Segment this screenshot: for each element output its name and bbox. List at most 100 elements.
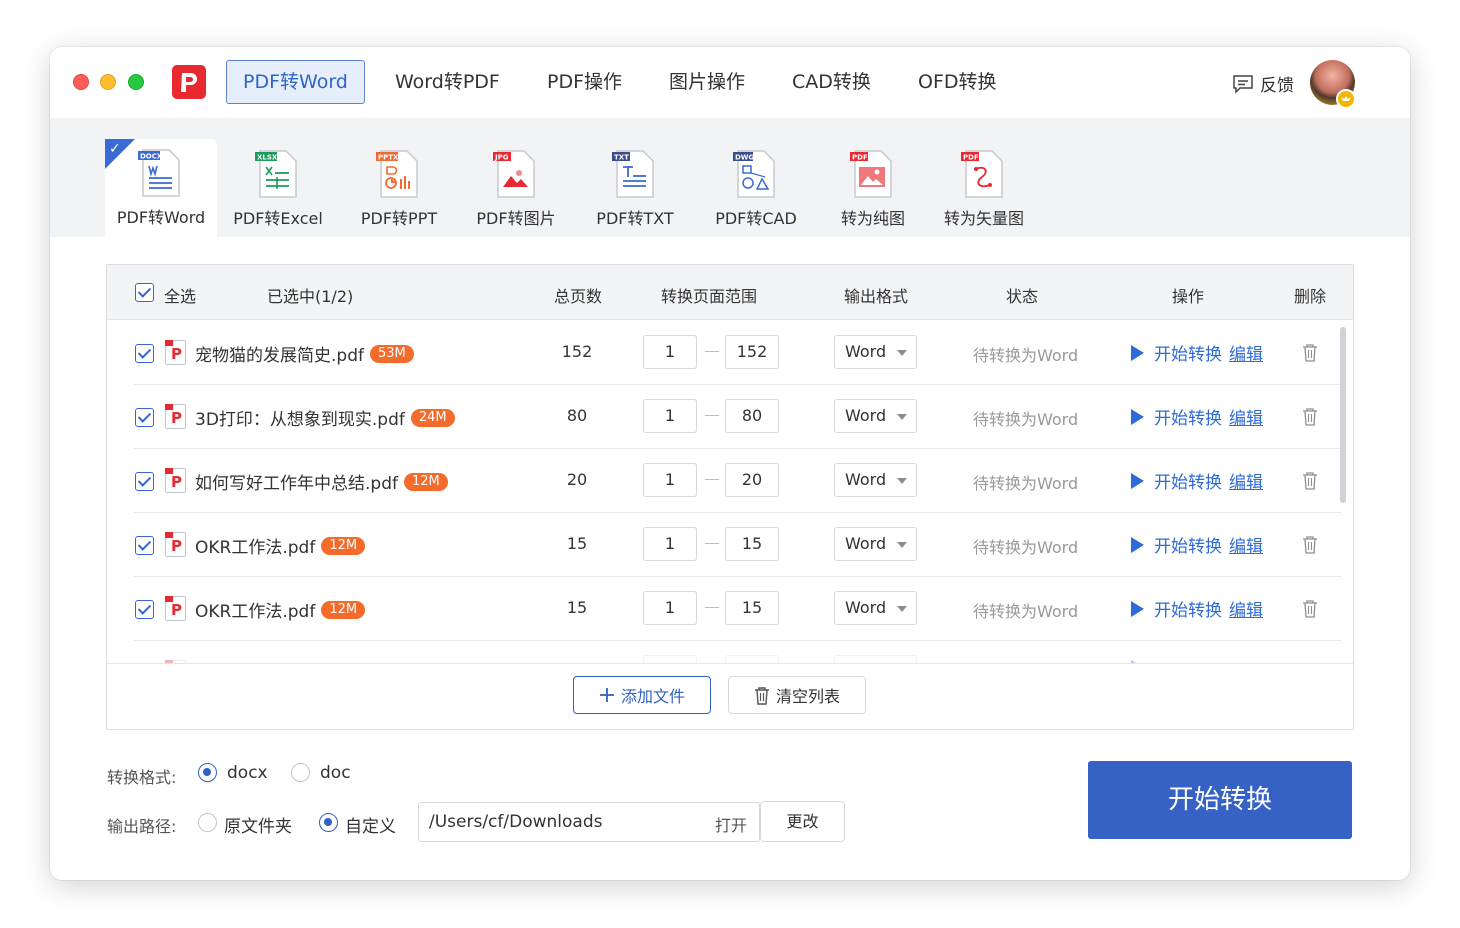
file-size-badge: 12M xyxy=(321,536,366,555)
row-checkbox[interactable] xyxy=(135,472,154,491)
range-to-input[interactable]: 152 xyxy=(725,335,779,369)
tool-label: PDF转图片 xyxy=(476,209,556,228)
row-edit-link[interactable]: 编辑 xyxy=(1229,596,1263,621)
row-checkbox[interactable] xyxy=(135,536,154,555)
trash-icon[interactable] xyxy=(1302,343,1318,362)
row-checkbox[interactable] xyxy=(135,344,154,363)
output-format-select[interactable]: Word xyxy=(834,527,917,561)
range-dash xyxy=(705,543,719,544)
output-path-label: 输出路径: xyxy=(107,817,177,836)
tool-strip: ✓ DOCX PDF转Word XLSX PDF转Excel PPTX PDF转… xyxy=(50,118,1410,237)
range-from-input[interactable]: 1 xyxy=(643,463,697,497)
range-dash xyxy=(705,607,719,608)
range-from-input[interactable] xyxy=(643,655,697,663)
table-row: P xyxy=(134,641,1342,663)
output-path-field[interactable]: /Users/cf/Downloads 打开 xyxy=(418,802,760,842)
range-to-input[interactable] xyxy=(725,655,779,663)
output-custom-radio[interactable] xyxy=(319,813,338,832)
row-start-convert-link[interactable]: 开始转换 xyxy=(1131,404,1222,429)
row-start-convert-link[interactable]: 开始转换 xyxy=(1131,596,1222,621)
tab-pdf-to-word[interactable]: PDF转Word xyxy=(226,60,365,104)
feedback-button[interactable]: 反馈 xyxy=(1232,71,1294,96)
tab-cad-convert[interactable]: CAD转换 xyxy=(776,60,887,104)
svg-text:PDF: PDF xyxy=(852,154,868,162)
svg-text:DOCX: DOCX xyxy=(140,153,163,161)
output-custom-label[interactable]: 自定义 xyxy=(345,812,396,837)
minimize-window-button[interactable] xyxy=(100,74,116,90)
trash-icon[interactable] xyxy=(1302,535,1318,554)
pdf-file-icon: P xyxy=(165,404,186,429)
trash-icon[interactable] xyxy=(1302,407,1318,426)
app-window: PDF转Word Word转PDF PDF操作 图片操作 CAD转换 OFD转换… xyxy=(50,47,1410,880)
tool-pdf-to-ppt[interactable]: PPTX PDF转PPT xyxy=(343,140,455,236)
change-path-button[interactable]: 更改 xyxy=(760,801,845,842)
tool-to-pure-image[interactable]: PDF 转为纯图 xyxy=(817,140,929,236)
range-to-input[interactable]: 15 xyxy=(725,527,779,561)
tab-word-to-pdf[interactable]: Word转PDF xyxy=(379,60,516,104)
list-scrollbar[interactable] xyxy=(1340,327,1346,503)
start-convert-button[interactable]: 开始转换 xyxy=(1088,761,1352,839)
play-icon xyxy=(1131,344,1144,361)
row-edit-link[interactable]: 编辑 xyxy=(1229,468,1263,493)
tool-pdf-to-word[interactable]: ✓ DOCX PDF转Word xyxy=(105,139,217,237)
tab-pdf-operations[interactable]: PDF操作 xyxy=(531,60,638,104)
trash-icon[interactable] xyxy=(1302,471,1318,490)
trash-icon[interactable] xyxy=(1302,599,1318,618)
range-from-input[interactable]: 1 xyxy=(643,335,697,369)
range-to-input[interactable]: 80 xyxy=(725,399,779,433)
format-docx-label[interactable]: docx xyxy=(227,763,268,783)
open-folder-button[interactable]: 打开 xyxy=(715,812,747,836)
range-from-input[interactable]: 1 xyxy=(643,591,697,625)
column-header-action: 操作 xyxy=(1172,287,1205,306)
status-text: 待转换为Word xyxy=(973,538,1079,557)
tool-to-vector[interactable]: PDF 转为矢量图 xyxy=(928,140,1040,236)
tool-pdf-to-image[interactable]: JPG PDF转图片 xyxy=(460,140,572,236)
select-all-checkbox[interactable] xyxy=(135,283,154,302)
tool-pdf-to-txt[interactable]: TXT PDF转TXT xyxy=(579,140,691,236)
range-from-input[interactable]: 1 xyxy=(643,399,697,433)
output-original-folder-radio[interactable] xyxy=(198,813,217,832)
clear-list-label: 清空列表 xyxy=(775,687,840,706)
pdf-image-icon: PDF xyxy=(850,150,892,198)
file-name: OKR工作法.pdf 12M xyxy=(195,597,366,622)
range-from-input[interactable]: 1 xyxy=(643,527,697,561)
output-format-select[interactable] xyxy=(834,655,917,663)
file-size-badge: 12M xyxy=(321,600,366,619)
output-format-select[interactable]: Word xyxy=(834,463,917,497)
file-name: OKR工作法.pdf 12M xyxy=(195,533,366,558)
add-files-button[interactable]: 添加文件 xyxy=(573,676,711,714)
row-edit-link[interactable]: 编辑 xyxy=(1229,404,1263,429)
row-checkbox[interactable] xyxy=(135,600,154,619)
format-doc-label[interactable]: doc xyxy=(320,763,351,783)
column-header-range: 转换页面范围 xyxy=(661,287,758,306)
output-format-select[interactable]: Word xyxy=(834,335,917,369)
tab-image-operations[interactable]: 图片操作 xyxy=(653,60,761,104)
row-edit-link[interactable]: 编辑 xyxy=(1229,340,1263,365)
output-format-select[interactable]: Word xyxy=(834,399,917,433)
range-to-input[interactable]: 20 xyxy=(725,463,779,497)
tool-pdf-to-cad[interactable]: DWG PDF转CAD xyxy=(700,140,812,236)
tab-ofd-convert[interactable]: OFD转换 xyxy=(902,60,1013,104)
row-start-convert-link[interactable]: 开始转换 xyxy=(1131,532,1222,557)
row-start-convert-link[interactable]: 开始转换 xyxy=(1131,340,1222,365)
output-format-value: Word xyxy=(845,406,887,425)
status-text: 待转换为Word xyxy=(973,346,1079,365)
file-name: 3D打印：从想象到现实.pdf 24M xyxy=(195,405,455,430)
output-original-folder-label[interactable]: 原文件夹 xyxy=(224,812,292,837)
close-window-button[interactable] xyxy=(73,74,89,90)
status-text: 待转换为Word xyxy=(973,410,1079,429)
play-icon xyxy=(1131,536,1144,553)
format-docx-radio[interactable] xyxy=(198,763,217,782)
row-checkbox[interactable] xyxy=(135,408,154,427)
output-format-select[interactable]: Word xyxy=(834,591,917,625)
maximize-window-button[interactable] xyxy=(128,74,144,90)
clear-list-button[interactable]: 清空列表 xyxy=(728,676,866,714)
tool-pdf-to-excel[interactable]: XLSX PDF转Excel xyxy=(222,140,334,236)
row-edit-link[interactable]: 编辑 xyxy=(1229,532,1263,557)
file-size-badge: 24M xyxy=(410,408,455,427)
tool-label: 转为矢量图 xyxy=(943,209,1024,228)
dwg-file-icon: DWG xyxy=(733,150,775,198)
format-doc-radio[interactable] xyxy=(291,763,310,782)
row-start-convert-link[interactable]: 开始转换 xyxy=(1131,468,1222,493)
range-to-input[interactable]: 15 xyxy=(725,591,779,625)
